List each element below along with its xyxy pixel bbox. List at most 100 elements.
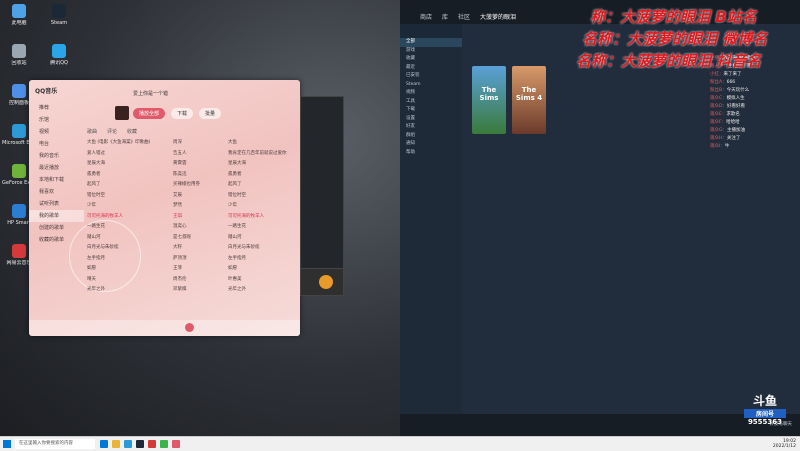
song-row[interactable]: 一路生花 温奕心 一路生花 bbox=[87, 222, 294, 233]
steam-nav-item[interactable]: 社区 bbox=[458, 12, 470, 21]
qqmusic-taskbar-icon[interactable] bbox=[148, 440, 156, 448]
file-explorer-icon[interactable] bbox=[112, 440, 120, 448]
playlist-tab[interactable]: 歌曲 bbox=[87, 128, 97, 135]
qq-sidebar-item[interactable]: 我喜欢 bbox=[29, 186, 84, 198]
song-row[interactable]: 光年之外 邓紫棋 光年之外 bbox=[87, 285, 294, 296]
desktop-icon[interactable]: 腾讯QQ bbox=[42, 44, 76, 66]
steam-sidebar-item[interactable]: 视频 bbox=[400, 89, 462, 98]
qq-sidebar-item[interactable]: 最近播放 bbox=[29, 162, 84, 174]
qq-sidebar-item[interactable]: 我的歌单 bbox=[29, 210, 84, 222]
song-row[interactable]: 错位时空 艾辰 错位时空 bbox=[87, 191, 294, 202]
song-row[interactable]: 爱人错过 告五人 我肯定在几百年前就说过爱你 bbox=[87, 149, 294, 160]
steam-nav-item[interactable]: 商店 bbox=[420, 12, 432, 21]
task-view-icon[interactable] bbox=[100, 440, 108, 448]
playlist-tab[interactable]: 评论 bbox=[107, 128, 117, 135]
song-cell: 白月光与朱砂痣 bbox=[87, 245, 119, 250]
desktop-icon[interactable]: Steam bbox=[42, 4, 76, 26]
song-row[interactable]: 星辰大海 黄霄雲 星辰大海 bbox=[87, 159, 294, 170]
steam-sidebar-item[interactable]: 群组 bbox=[400, 132, 462, 141]
song-row[interactable]: 如愿 王菲 如愿 bbox=[87, 264, 294, 275]
steam-taskbar-icon[interactable] bbox=[136, 440, 144, 448]
song-cell: 邓紫棋 bbox=[173, 287, 187, 292]
chat-message: 粉丝A：666 bbox=[710, 79, 800, 87]
song-row[interactable]: 少年 梦然 少年 bbox=[87, 201, 294, 212]
mini-play-icon[interactable] bbox=[319, 275, 333, 289]
overlay-line-2: 名称：大菠萝的眼泪 微博名 bbox=[582, 30, 768, 48]
app-icon bbox=[12, 244, 26, 258]
chat-text: 关注了 bbox=[726, 136, 741, 141]
wechat-taskbar-icon[interactable] bbox=[160, 440, 168, 448]
desktop-icon-label: 回收站 bbox=[11, 60, 27, 66]
song-cell: 左手指月 bbox=[228, 255, 246, 261]
steam-nav-item[interactable]: 大菠萝的眼泪 bbox=[480, 12, 516, 21]
steam-sidebar-item[interactable]: 全部 bbox=[400, 38, 462, 47]
song-cell: 爱人错过 bbox=[87, 150, 105, 156]
app-icon bbox=[12, 84, 26, 98]
steam-sidebar-item[interactable]: 已安装 bbox=[400, 72, 462, 81]
steam-sidebar-item[interactable]: 收藏 bbox=[400, 55, 462, 64]
qq-sidebar-item[interactable]: 本地和下载 bbox=[29, 174, 84, 186]
obs-taskbar-icon[interactable] bbox=[172, 440, 180, 448]
qq-sidebar-item[interactable]: 视频 bbox=[29, 126, 84, 138]
chat-user: 观众G： bbox=[710, 128, 727, 133]
edge-icon[interactable] bbox=[124, 440, 132, 448]
steam-sidebar-item[interactable]: 工具 bbox=[400, 98, 462, 107]
song-row[interactable]: 白月光与朱砂痣 大籽 白月光与朱砂痣 bbox=[87, 243, 294, 254]
steam-sidebar-item[interactable]: 设置 bbox=[400, 115, 462, 124]
download-button[interactable]: 下载 bbox=[171, 108, 194, 119]
steam-bottombar: 好友与聊天 bbox=[400, 414, 800, 436]
system-clock: 19:02 2022/1/12 bbox=[772, 439, 796, 449]
song-cell: 大鱼 bbox=[228, 140, 237, 145]
play-pause-button[interactable] bbox=[185, 323, 194, 332]
song-cell: 孤勇者 bbox=[87, 171, 101, 177]
qq-sidebar-item[interactable]: 我的音乐 bbox=[29, 150, 84, 162]
taskbar: 在这里输入你要搜索的内容 19:02 2022/1/12 bbox=[0, 436, 800, 451]
desktop-icon[interactable]: 此电脑 bbox=[2, 4, 36, 26]
steam-sidebar-item[interactable]: 最近 bbox=[400, 64, 462, 73]
song-row[interactable]: 左手指月 萨顶顶 左手指月 bbox=[87, 254, 294, 265]
floating-tool-panel bbox=[300, 96, 344, 286]
overlay-line-1: 称：大菠萝的眼泪 B站名 bbox=[590, 8, 757, 26]
steam-sidebar-item[interactable]: 通知 bbox=[400, 140, 462, 149]
taskbar-search-input[interactable]: 在这里输入你要搜索的内容 bbox=[15, 439, 95, 449]
douyu-watermark: 斗鱼 房间号 9555363 bbox=[744, 392, 786, 426]
playlist-cover[interactable] bbox=[115, 106, 129, 120]
song-cell: 少年 bbox=[87, 203, 96, 208]
song-row[interactable]: 可可托海的牧羊人 王琪 可可托海的牧羊人 bbox=[87, 212, 294, 223]
playlist-tab[interactable]: 收藏 bbox=[127, 128, 137, 135]
steam-sidebar-item[interactable]: 游戏 bbox=[400, 47, 462, 56]
qq-sidebar-item[interactable]: 乐馆 bbox=[29, 114, 84, 126]
app-icon bbox=[52, 4, 66, 18]
game-tile-sims4[interactable]: The Sims 4 bbox=[512, 66, 546, 134]
song-row[interactable]: 大鱼 (电影《大鱼海棠》印象曲) 周深 大鱼 bbox=[87, 138, 294, 149]
qq-sidebar-item[interactable]: 电台 bbox=[29, 138, 84, 150]
steam-sidebar-item[interactable]: 帮助 bbox=[400, 149, 462, 158]
song-row[interactable]: 踏山河 是七叔呢 踏山河 bbox=[87, 233, 294, 244]
qqmusic-window[interactable]: QQ音乐 推荐 乐馆 视频 电台 我的音乐 最近播放 本地和下载 我喜欢 试听列表 我的歌单 创建的… bbox=[29, 80, 300, 336]
game-tile-sims[interactable]: The Sims bbox=[472, 66, 506, 134]
song-row[interactable]: 晴天 周杰伦 叶惠美 bbox=[87, 275, 294, 286]
qq-sidebar-item[interactable]: 试听列表 bbox=[29, 198, 84, 210]
play-all-button[interactable]: 播放全部 bbox=[133, 108, 166, 119]
song-cell: 起风了 bbox=[228, 182, 242, 187]
song-row[interactable]: 起风了 买辣椒也用券 起风了 bbox=[87, 180, 294, 191]
steam-sidebar-item[interactable]: 下载 bbox=[400, 106, 462, 115]
batch-button[interactable]: 批量 bbox=[199, 108, 222, 119]
mini-player-panel bbox=[300, 268, 344, 296]
song-cell: 一路生花 bbox=[87, 224, 105, 229]
desktop-icon[interactable]: 回收站 bbox=[2, 44, 36, 66]
qq-sidebar-item[interactable]: 收藏的歌单 bbox=[29, 234, 84, 246]
steam-nav-item[interactable]: 库 bbox=[442, 12, 448, 21]
chat-message: 观众D：好看好看 bbox=[710, 103, 800, 111]
windows-start-icon[interactable] bbox=[3, 440, 11, 448]
song-cell: 孤勇者 bbox=[228, 171, 242, 177]
qq-sidebar-item[interactable]: 创建的歌单 bbox=[29, 222, 84, 234]
song-cell: 踏山河 bbox=[87, 234, 101, 240]
song-cell: 王菲 bbox=[173, 266, 182, 271]
app-icon bbox=[12, 4, 26, 18]
qqmusic-sidebar: 推荐 乐馆 视频 电台 我的音乐 最近播放 本地和下载 我喜欢 试听列表 我的歌单 创建的歌单 收藏的… bbox=[29, 102, 84, 336]
steam-sidebar-item[interactable]: Steam bbox=[400, 81, 462, 90]
steam-sidebar-item[interactable]: 好友 bbox=[400, 123, 462, 132]
qq-sidebar-item[interactable]: 推荐 bbox=[29, 102, 84, 114]
song-row[interactable]: 孤勇者 陈奕迅 孤勇者 bbox=[87, 170, 294, 181]
